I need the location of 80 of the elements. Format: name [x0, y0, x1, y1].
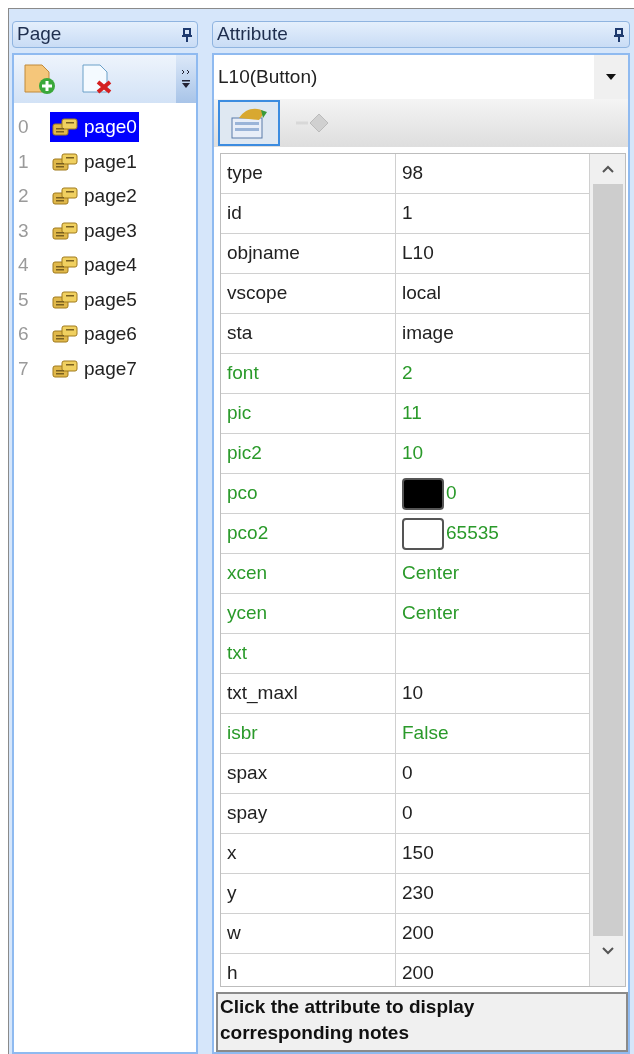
- attribute-name-cell[interactable]: spax: [221, 754, 396, 793]
- notes-text: Click the attribute to display corresponding notes: [216, 992, 628, 1052]
- page-index: 5: [18, 287, 30, 312]
- attribute-value-cell[interactable]: 230: [396, 874, 589, 913]
- attribute-value-cell[interactable]: Center: [396, 554, 589, 593]
- attribute-name-cell[interactable]: type: [221, 154, 396, 193]
- attribute-name-cell[interactable]: font: [221, 354, 396, 393]
- attribute-value-cell[interactable]: local: [396, 274, 589, 313]
- attribute-value-cell[interactable]: 0: [396, 754, 589, 793]
- attribute-name-cell[interactable]: pco: [221, 474, 396, 513]
- color-swatch[interactable]: [402, 477, 444, 510]
- attribute-name-cell[interactable]: txt_maxl: [221, 674, 396, 713]
- attribute-value-cell[interactable]: 65535: [396, 514, 589, 553]
- page-icon: [52, 187, 78, 206]
- pin-icon[interactable]: [181, 27, 193, 42]
- page-icon: [52, 221, 78, 240]
- panel-title: Attribute: [217, 22, 288, 47]
- dropdown-arrow-icon: [606, 74, 616, 80]
- attribute-value-cell[interactable]: Center: [396, 594, 589, 633]
- page-icon: [52, 325, 78, 344]
- page-icon: [52, 118, 78, 137]
- page-index: 6: [18, 322, 30, 346]
- attribute-name-cell[interactable]: vscope: [221, 274, 396, 313]
- attribute-name-cell[interactable]: y: [221, 874, 396, 913]
- page-item[interactable]: page5: [50, 284, 139, 315]
- attribute-name-cell[interactable]: w: [221, 914, 396, 953]
- attribute-name-cell[interactable]: pco2: [221, 514, 396, 553]
- properties-button[interactable]: [218, 100, 280, 146]
- attribute-name-cell[interactable]: xcen: [221, 554, 396, 593]
- attribute-value-cell[interactable]: 200: [396, 954, 589, 986]
- color-swatch[interactable]: [402, 517, 444, 550]
- page-index: 4: [18, 253, 30, 277]
- attribute-name-cell[interactable]: sta: [221, 314, 396, 353]
- attribute-value-cell[interactable]: 98: [396, 154, 589, 193]
- attribute-value-cell[interactable]: 200: [396, 914, 589, 953]
- chevron-icon: [181, 69, 191, 75]
- page-icon: [52, 256, 78, 275]
- panel-title: Page: [17, 22, 62, 47]
- attribute-name-cell[interactable]: ycen: [221, 594, 396, 633]
- attribute-name-cell[interactable]: objname: [221, 234, 396, 273]
- attribute-value-cell[interactable]: L10: [396, 234, 589, 273]
- attribute-value-cell[interactable]: 150: [396, 834, 589, 873]
- attribute-value-cell[interactable]: 0: [396, 794, 589, 833]
- attribute-name-cell[interactable]: spay: [221, 794, 396, 833]
- page-item[interactable]: page3: [50, 215, 139, 246]
- attribute-value-cell[interactable]: False: [396, 714, 589, 753]
- attribute-value-cell[interactable]: image: [396, 314, 589, 353]
- page-item[interactable]: page2: [50, 181, 139, 212]
- attribute-name-cell[interactable]: txt: [221, 634, 396, 673]
- page-icon: [52, 359, 78, 378]
- attribute-name-cell[interactable]: pic: [221, 394, 396, 433]
- page-index: 1: [18, 149, 30, 174]
- properties-icon: [229, 106, 269, 140]
- page-index: 7: [18, 356, 30, 381]
- attribute-value-cell[interactable]: 11: [396, 394, 589, 433]
- attribute-name-cell[interactable]: isbr: [221, 714, 396, 753]
- page-item[interactable]: page7: [50, 353, 139, 384]
- attribute-value-cell[interactable]: 1: [396, 194, 589, 233]
- page-item[interactable]: page0: [50, 112, 139, 143]
- scrollbar[interactable]: [589, 154, 625, 986]
- page-icon: [52, 152, 78, 171]
- page-index: 0: [18, 115, 30, 139]
- add-page-icon[interactable]: [22, 62, 58, 96]
- attribute-name-cell[interactable]: x: [221, 834, 396, 873]
- attribute-value-cell[interactable]: 0: [396, 474, 589, 513]
- attribute-name-cell[interactable]: pic2: [221, 434, 396, 473]
- attribute-value-cell[interactable]: 2: [396, 354, 589, 393]
- attribute-value-cell[interactable]: 10: [396, 434, 589, 473]
- page-index: 3: [18, 218, 30, 243]
- page-index: 2: [18, 184, 30, 208]
- attribute-name-cell[interactable]: id: [221, 194, 396, 233]
- scrollbar-thumb[interactable]: [592, 184, 623, 936]
- dropdown-icon: [181, 79, 191, 89]
- pin-icon[interactable]: [613, 27, 625, 42]
- page-item[interactable]: page4: [50, 250, 139, 281]
- toolbar-overflow-button[interactable]: [176, 55, 196, 103]
- attribute-value-cell[interactable]: 10: [396, 674, 589, 713]
- page-item[interactable]: page1: [50, 146, 139, 177]
- page-icon: [52, 290, 78, 309]
- page-item[interactable]: page6: [50, 319, 139, 350]
